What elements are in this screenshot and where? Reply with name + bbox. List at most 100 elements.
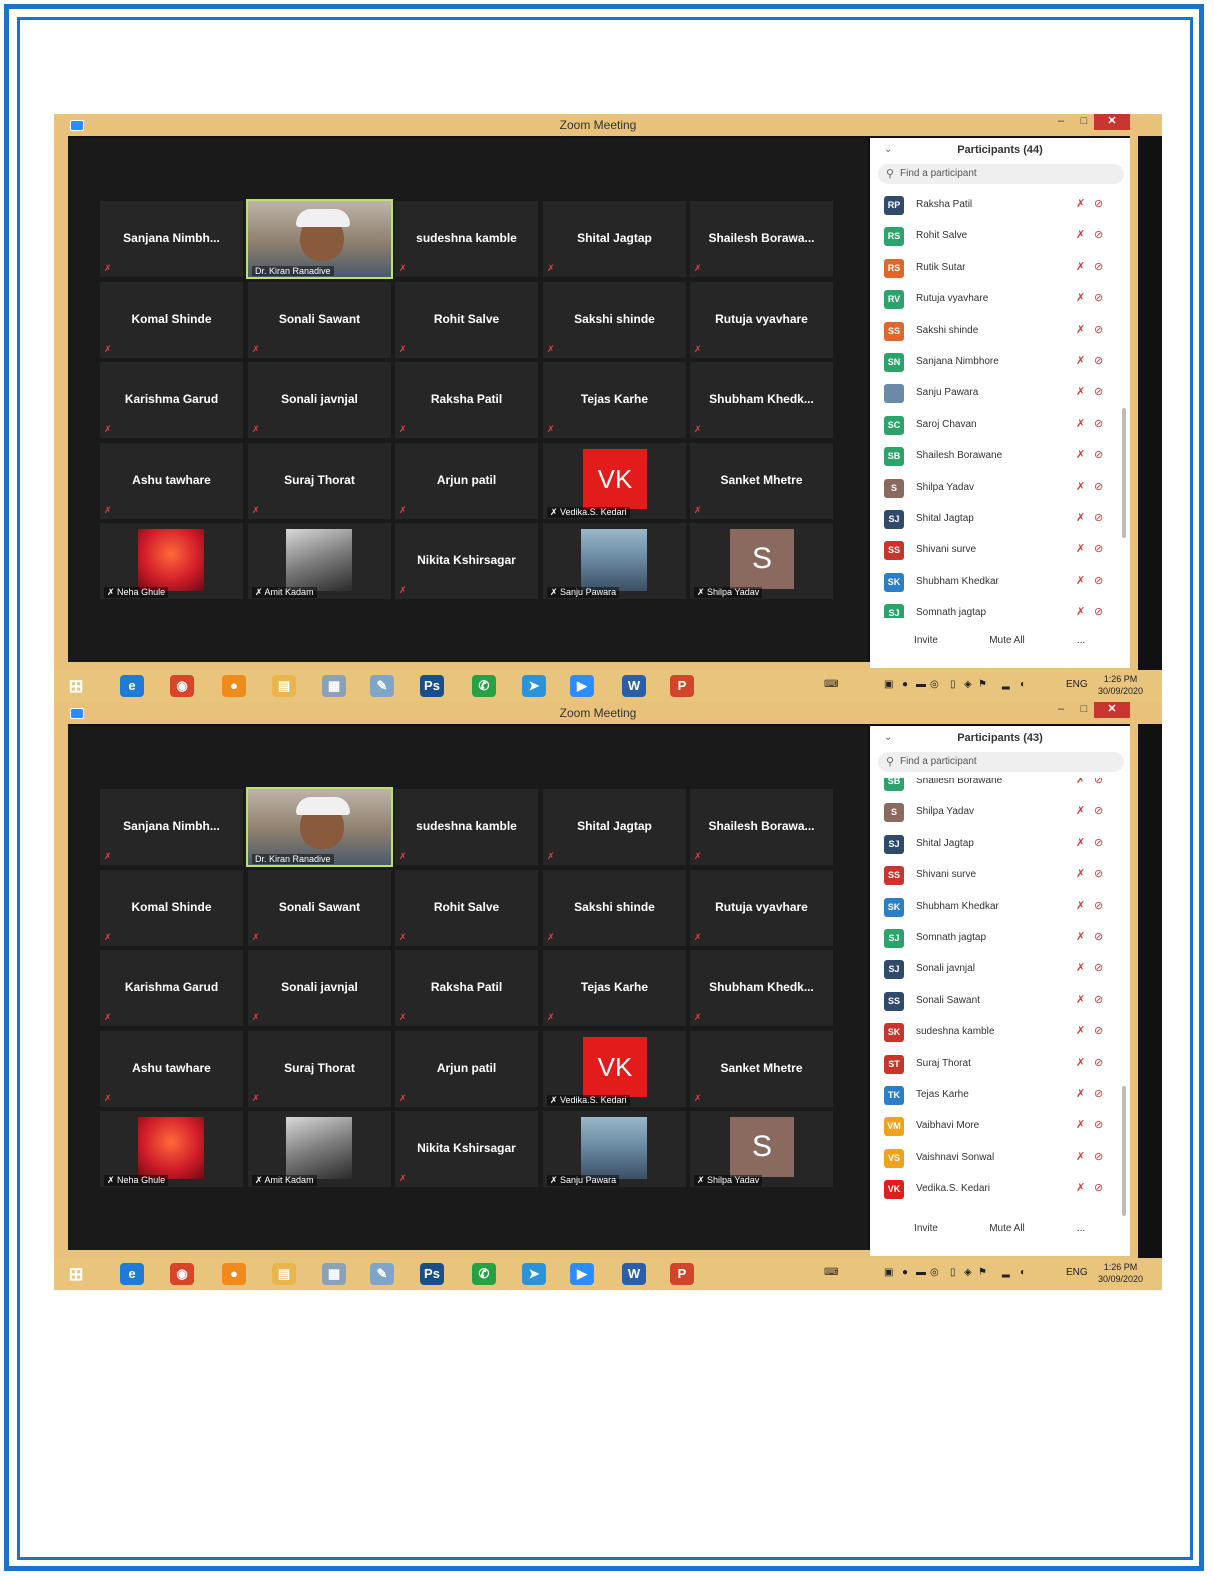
video-off-icon[interactable]: ⊘	[1094, 448, 1103, 461]
muted-mic-icon[interactable]: ✗	[1076, 354, 1085, 367]
participant-tile[interactable]: ✗ Sanju Pawara	[543, 1111, 686, 1187]
participant-tile[interactable]: Rohit Salve ✗	[395, 870, 538, 946]
internet-explorer-icon[interactable]: e	[120, 1263, 144, 1285]
muted-mic-icon[interactable]: ✗	[1076, 605, 1085, 618]
minimize-button[interactable]: –	[1052, 114, 1070, 130]
participant-tile[interactable]: S ✗ Shilpa Yadav	[690, 1111, 833, 1187]
participant-row[interactable]: VK Vedika.S. Kedari ✗ ⊘	[870, 1174, 1120, 1205]
participant-tile[interactable]: Dr. Kiran Ranadive	[246, 787, 393, 867]
participant-row[interactable]: SJ Shital Jagtap ✗ ⊘	[870, 504, 1120, 535]
participant-tile[interactable]: ✗ Neha Ghule	[100, 523, 243, 599]
muted-mic-icon[interactable]: ✗	[1076, 197, 1085, 210]
video-off-icon[interactable]: ⊘	[1094, 930, 1103, 943]
minimize-button[interactable]: –	[1052, 702, 1070, 718]
participant-tile[interactable]: Suraj Thorat ✗	[248, 1031, 391, 1107]
muted-mic-icon[interactable]: ✗	[1076, 323, 1085, 336]
muted-mic-icon[interactable]: ✗	[1076, 480, 1085, 493]
video-off-icon[interactable]: ⊘	[1094, 1024, 1103, 1037]
whatsapp-icon[interactable]: ✆	[472, 1263, 496, 1285]
participant-tile[interactable]: sudeshna kamble ✗	[395, 201, 538, 277]
muted-mic-icon[interactable]: ✗	[1076, 836, 1085, 849]
speaker-volume-icon[interactable]: ◐	[1020, 679, 1026, 690]
photoshop-icon[interactable]: Ps	[420, 675, 444, 697]
invite-button[interactable]: Invite	[906, 632, 946, 650]
participant-tile[interactable]: ✗ Sanju Pawara	[543, 523, 686, 599]
muted-mic-icon[interactable]: ✗	[1076, 867, 1085, 880]
participant-row[interactable]: RS Rohit Salve ✗ ⊘	[870, 221, 1120, 252]
participant-tile[interactable]: Shubham Khedk... ✗	[690, 950, 833, 1026]
file-explorer-icon[interactable]: ▤	[272, 675, 296, 697]
video-off-icon[interactable]: ⊘	[1094, 836, 1103, 849]
participant-row[interactable]: SK Shubham Khedkar ✗ ⊘	[870, 892, 1120, 923]
paint-icon[interactable]: ✎	[370, 675, 394, 697]
zoom-icon[interactable]: ▶	[570, 1263, 594, 1285]
muted-mic-icon[interactable]: ✗	[1076, 511, 1085, 524]
file-explorer-icon[interactable]: ▤	[272, 1263, 296, 1285]
participant-row[interactable]: S Shilpa Yadav ✗ ⊘	[870, 473, 1120, 504]
participant-tile[interactable]: sudeshna kamble ✗	[395, 789, 538, 865]
participant-row[interactable]: SK sudeshna kamble ✗ ⊘	[870, 1017, 1120, 1048]
participant-row[interactable]: SN Sanjana Nimbhore ✗ ⊘	[870, 347, 1120, 378]
close-button[interactable]: ✕	[1094, 702, 1130, 718]
video-off-icon[interactable]: ⊘	[1094, 323, 1103, 336]
participant-tile[interactable]: Tejas Karhe ✗	[543, 950, 686, 1026]
system-clock[interactable]: 1:26 PM 30/09/2020	[1098, 673, 1143, 697]
word-icon[interactable]: W	[622, 675, 646, 697]
participant-tile[interactable]: Sanjana Nimbh... ✗	[100, 789, 243, 865]
participant-search-input[interactable]: ⚲ Find a participant	[878, 164, 1124, 184]
participant-tile[interactable]: Rutuja vyavhare ✗	[690, 870, 833, 946]
video-off-icon[interactable]: ⊘	[1094, 1150, 1103, 1163]
video-off-icon[interactable]: ⊘	[1094, 542, 1103, 555]
muted-mic-icon[interactable]: ✗	[1076, 1118, 1085, 1131]
muted-mic-icon[interactable]: ✗	[1076, 260, 1085, 273]
participant-tile[interactable]: Sonali javnjal ✗	[248, 950, 391, 1026]
tray-sync-icon[interactable]: ◈	[964, 1267, 972, 1278]
video-off-icon[interactable]: ⊘	[1094, 1056, 1103, 1069]
participant-row[interactable]: RS Rutik Sutar ✗ ⊘	[870, 253, 1120, 284]
keyboard-icon[interactable]: ⌨	[824, 1267, 838, 1278]
participant-row[interactable]: VM Vaibhavi More ✗ ⊘	[870, 1111, 1120, 1142]
video-off-icon[interactable]: ⊘	[1094, 1087, 1103, 1100]
speaker-volume-icon[interactable]: ◐	[1020, 1267, 1026, 1278]
participant-tile[interactable]: VK ✗ Vedika.S. Kedari	[543, 443, 686, 519]
muted-mic-icon[interactable]: ✗	[1076, 385, 1085, 398]
participant-tile[interactable]: Nikita Kshirsagar ✗	[395, 1111, 538, 1187]
action-center-flag-icon[interactable]: ⚑	[978, 1267, 987, 1278]
zoom-icon[interactable]: ▶	[570, 675, 594, 697]
video-off-icon[interactable]: ⊘	[1094, 1181, 1103, 1194]
participant-row[interactable]: RV Rutuja vyavhare ✗ ⊘	[870, 284, 1120, 315]
participant-tile[interactable]: Sonali javnjal ✗	[248, 362, 391, 438]
participant-row[interactable]: S Shilpa Yadav ✗ ⊘	[870, 797, 1120, 828]
video-off-icon[interactable]: ⊘	[1094, 993, 1103, 1006]
tray-app-icon[interactable]: ▣	[884, 1267, 893, 1278]
more-button[interactable]: ...	[1070, 1220, 1092, 1238]
video-off-icon[interactable]: ⊘	[1094, 961, 1103, 974]
muted-mic-icon[interactable]: ✗	[1076, 542, 1085, 555]
video-off-icon[interactable]: ⊘	[1094, 260, 1103, 273]
participant-tile[interactable]: Karishma Garud ✗	[100, 950, 243, 1026]
tray-bluetooth-icon[interactable]: ◎	[930, 679, 939, 690]
video-off-icon[interactable]: ⊘	[1094, 197, 1103, 210]
muted-mic-icon[interactable]: ✗	[1076, 961, 1085, 974]
language-indicator[interactable]: ENG	[1066, 1267, 1088, 1278]
video-off-icon[interactable]: ⊘	[1094, 804, 1103, 817]
muted-mic-icon[interactable]: ✗	[1076, 899, 1085, 912]
participant-tile[interactable]: Sanket Mhetre ✗	[690, 443, 833, 519]
video-off-icon[interactable]: ⊘	[1094, 1118, 1103, 1131]
participant-tile[interactable]: Rohit Salve ✗	[395, 282, 538, 358]
participant-row[interactable]: SK Shubham Khedkar ✗ ⊘	[870, 567, 1120, 598]
video-off-icon[interactable]: ⊘	[1094, 511, 1103, 524]
participant-tile[interactable]: Ashu tawhare ✗	[100, 1031, 243, 1107]
participant-tile[interactable]: Arjun patil ✗	[395, 1031, 538, 1107]
tray-bluetooth-icon[interactable]: ◎	[930, 1267, 939, 1278]
muted-mic-icon[interactable]: ✗	[1076, 804, 1085, 817]
participant-tile[interactable]: Sakshi shinde ✗	[543, 282, 686, 358]
muted-mic-icon[interactable]: ✗	[1076, 228, 1085, 241]
powerpoint-icon[interactable]: P	[670, 675, 694, 697]
firefox-icon[interactable]: ●	[222, 675, 246, 697]
participant-row[interactable]: SB Shailesh Borawane ✗ ⊘	[870, 441, 1120, 472]
muted-mic-icon[interactable]: ✗	[1076, 1024, 1085, 1037]
participant-tile[interactable]: Shital Jagtap ✗	[543, 201, 686, 277]
maximize-button[interactable]: □	[1072, 114, 1096, 130]
paint-icon[interactable]: ✎	[370, 1263, 394, 1285]
